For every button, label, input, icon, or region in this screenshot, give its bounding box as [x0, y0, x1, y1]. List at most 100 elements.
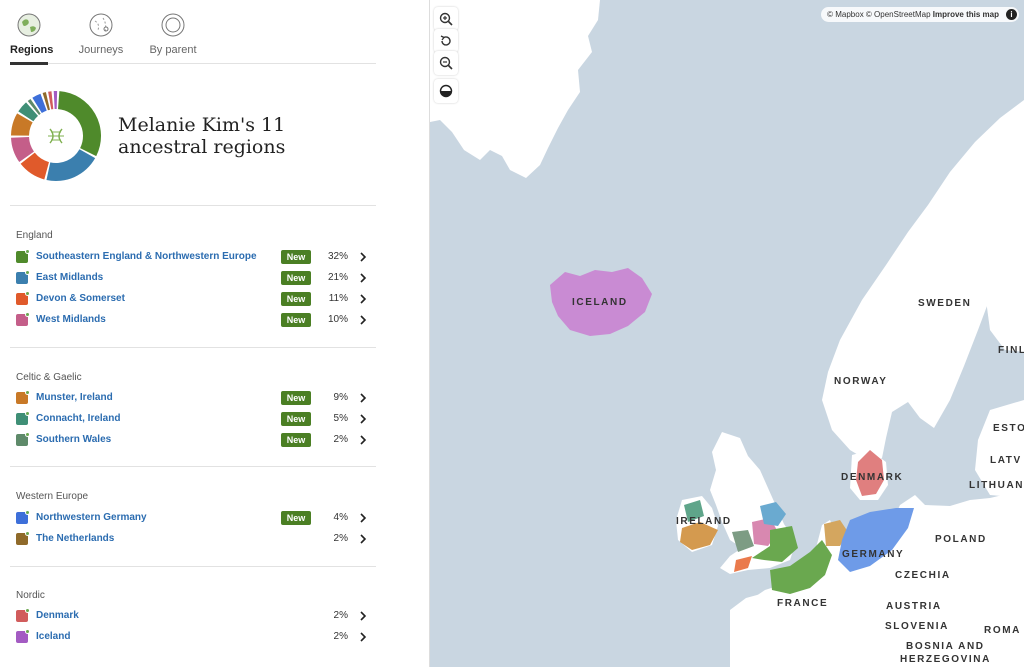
chevron-right-icon[interactable]	[358, 532, 368, 546]
new-indicator-dot	[25, 312, 30, 317]
zoom-out-button[interactable]	[434, 51, 458, 75]
reset-rotation-button[interactable]	[434, 29, 458, 53]
region-group: Nordic Denmark 2% Iceland 2%	[10, 580, 376, 667]
region-percentage: 11%	[328, 293, 348, 304]
new-indicator-dot	[25, 531, 30, 536]
region-percentage: 2%	[333, 610, 348, 621]
map-attribution: © Mapbox © OpenStreetMap Improve this ma…	[821, 7, 1019, 22]
globe-regions-icon	[17, 13, 41, 37]
region-color-swatch	[16, 390, 30, 404]
new-badge: New	[281, 250, 311, 264]
globe-journeys-icon	[89, 13, 113, 37]
region-percentage: 5%	[333, 413, 348, 424]
group-title: England	[16, 230, 53, 241]
region-percentage: 21%	[327, 272, 348, 283]
region-name-link[interactable]: Munster, Ireland	[36, 392, 113, 403]
tab-journeys[interactable]: Journeys	[76, 12, 126, 64]
new-badge: New	[281, 313, 311, 327]
improve-map-link[interactable]: Improve this map	[933, 10, 999, 19]
region-row[interactable]: Devon & Somerset New 11%	[10, 290, 376, 311]
region-row[interactable]: West Midlands New 10%	[10, 311, 376, 332]
region-percentage: 2%	[333, 533, 348, 544]
region-name-link[interactable]: West Midlands	[36, 314, 106, 325]
chevron-right-icon[interactable]	[358, 313, 368, 327]
new-badge: New	[281, 271, 311, 285]
info-icon[interactable]: i	[1006, 9, 1017, 20]
map-label-iceland: ICELAND	[572, 297, 628, 308]
new-indicator-dot	[25, 291, 30, 296]
region-row[interactable]: Southeastern England & Northwestern Euro…	[10, 248, 376, 269]
summary-title: Melanie Kim's 11 ancestral regions	[118, 114, 286, 158]
chevron-right-icon[interactable]	[358, 250, 368, 264]
zoom-in-button[interactable]	[434, 7, 458, 31]
region-name-link[interactable]: Denmark	[36, 610, 79, 621]
map-label-finland: FINL	[998, 345, 1024, 356]
tab-regions[interactable]: Regions	[10, 12, 54, 65]
region-name-link[interactable]: Iceland	[36, 631, 70, 642]
chevron-right-icon[interactable]	[358, 391, 368, 405]
group-title: Celtic & Gaelic	[16, 372, 82, 383]
region-color-swatch	[16, 608, 30, 622]
tab-label: By parent	[149, 44, 197, 56]
new-badge: New	[281, 292, 311, 306]
region-row[interactable]: East Midlands New 21%	[10, 269, 376, 290]
chevron-right-icon[interactable]	[358, 609, 368, 623]
region-color-swatch	[16, 510, 30, 524]
donut-segment	[46, 149, 96, 181]
map-label-austria: AUSTRIA	[886, 601, 942, 612]
new-indicator-dot	[25, 390, 30, 395]
osm-attribution-link[interactable]: © OpenStreetMap	[866, 10, 931, 19]
region-row[interactable]: Denmark 2%	[10, 607, 376, 628]
dna-icon	[48, 128, 64, 144]
map-label-estonia: ESTO	[993, 423, 1024, 434]
region-name-link[interactable]: Connacht, Ireland	[36, 413, 120, 424]
map-label-sweden: SWEDEN	[918, 298, 972, 309]
chevron-right-icon[interactable]	[358, 412, 368, 426]
new-indicator-dot	[25, 510, 30, 515]
map-label-romania: ROMA	[984, 625, 1021, 636]
region-row[interactable]: Munster, Ireland New 9%	[10, 389, 376, 410]
region-row[interactable]: The Netherlands 2%	[10, 530, 376, 551]
region-color-swatch	[16, 249, 30, 263]
chevron-right-icon[interactable]	[358, 511, 368, 525]
region-name-link[interactable]: Southern Wales	[36, 434, 111, 445]
new-badge: New	[281, 433, 311, 447]
new-badge: New	[281, 511, 311, 525]
contrast-icon	[439, 84, 453, 98]
map-label-latvia: LATV	[990, 455, 1022, 466]
donut-segment	[58, 91, 102, 157]
map-canvas[interactable]	[430, 0, 1024, 667]
map-label-germany: GERMANY	[842, 549, 905, 560]
map-label-norway: NORWAY	[834, 376, 888, 387]
chevron-right-icon[interactable]	[358, 271, 368, 285]
ancestry-panel: Regions Journeys By parent Melanie Kim's…	[0, 0, 430, 667]
region-row[interactable]: Connacht, Ireland New 5%	[10, 410, 376, 431]
region-name-link[interactable]: Southeastern England & Northwestern Euro…	[36, 251, 257, 262]
globe-parents-icon	[161, 13, 185, 37]
region-name-link[interactable]: The Netherlands	[36, 533, 114, 544]
contrast-toggle-button[interactable]	[434, 79, 458, 103]
chevron-right-icon[interactable]	[358, 630, 368, 644]
new-indicator-dot	[25, 608, 30, 613]
region-name-link[interactable]: Northwestern Germany	[36, 512, 147, 523]
region-name-link[interactable]: Devon & Somerset	[36, 293, 125, 304]
region-row[interactable]: Southern Wales New 2%	[10, 431, 376, 452]
tab-by-parent[interactable]: By parent	[149, 12, 197, 64]
tab-label: Regions	[10, 44, 54, 56]
chevron-right-icon[interactable]	[358, 292, 368, 306]
region-percentage: 10%	[327, 314, 348, 325]
ancestry-map[interactable]: © Mapbox © OpenStreetMap Improve this ma…	[430, 0, 1024, 667]
region-group: Western Europe Northwestern Germany New 4% T…	[10, 481, 376, 567]
map-label-france: FRANCE	[777, 598, 829, 609]
map-label-slovenia: SLOVENIA	[885, 621, 949, 632]
tab-label: Journeys	[78, 44, 124, 56]
chevron-right-icon[interactable]	[358, 433, 368, 447]
map-label-czechia: CZECHIA	[895, 570, 951, 581]
map-label-herzegovina: HERZEGOVINA	[900, 654, 991, 665]
mapbox-attribution-link[interactable]: © Mapbox	[827, 10, 864, 19]
group-title: Nordic	[16, 590, 45, 601]
region-row[interactable]: Northwestern Germany New 4%	[10, 509, 376, 530]
region-name-link[interactable]: East Midlands	[36, 272, 103, 283]
region-color-swatch	[16, 411, 30, 425]
region-row[interactable]: Iceland 2%	[10, 628, 376, 649]
